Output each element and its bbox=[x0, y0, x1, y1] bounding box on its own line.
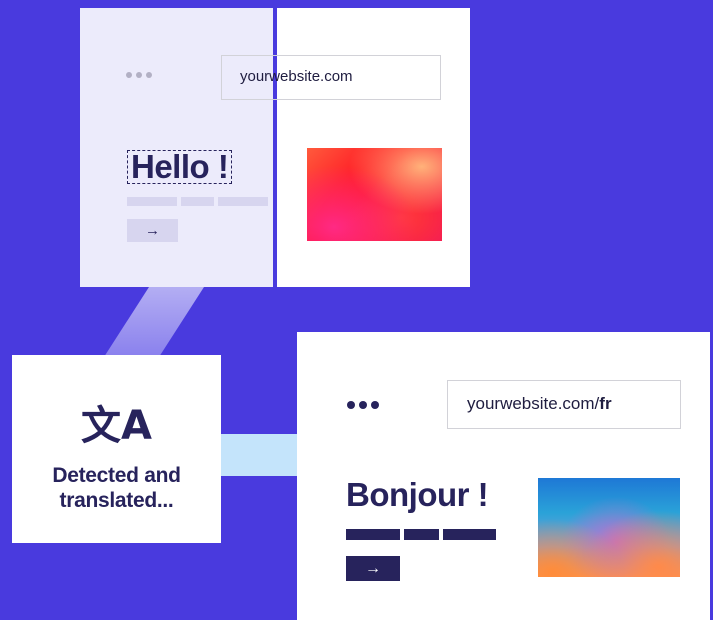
connector-middle bbox=[220, 434, 300, 476]
hero-image-blue bbox=[538, 478, 680, 577]
text-placeholder-bar bbox=[181, 197, 214, 206]
text-placeholder-bar bbox=[218, 197, 268, 206]
page-heading-selected: Hello ! bbox=[127, 150, 233, 184]
translated-page-card: yourwebsite.com/fr Bonjour ! → bbox=[297, 332, 710, 620]
translate-icon: 文A bbox=[81, 403, 152, 449]
url-bar[interactable]: yourwebsite.com/fr bbox=[447, 380, 681, 429]
dot bbox=[371, 401, 379, 409]
original-page-card: yourwebsite.com Hello ! → bbox=[80, 8, 470, 287]
scan-divider bbox=[273, 8, 277, 287]
text-placeholder-bar bbox=[346, 529, 400, 540]
text-placeholder-bar bbox=[127, 197, 177, 206]
arrow-button[interactable]: → bbox=[346, 556, 400, 581]
dot bbox=[126, 72, 132, 78]
text-placeholder-bar bbox=[404, 529, 439, 540]
badge-caption-line1: Detected and bbox=[52, 464, 181, 487]
dot bbox=[347, 401, 355, 409]
url-base: yourwebsite.com/ bbox=[467, 394, 600, 413]
text-placeholder-bar bbox=[443, 529, 496, 540]
translation-badge: 文A Detected and translated... bbox=[12, 355, 221, 543]
badge-caption: Detected and translated... bbox=[12, 463, 221, 513]
hero-image-red bbox=[307, 148, 442, 241]
badge-caption-line2: translated... bbox=[59, 489, 174, 512]
url-language-suffix: fr bbox=[599, 394, 612, 413]
dot bbox=[136, 72, 142, 78]
page-heading: Bonjour ! bbox=[346, 476, 489, 513]
window-dots bbox=[347, 401, 379, 409]
dot bbox=[359, 401, 367, 409]
window-dots bbox=[126, 72, 152, 78]
arrow-button[interactable]: → bbox=[127, 219, 178, 242]
connector-top bbox=[104, 287, 204, 357]
url-bar[interactable]: yourwebsite.com bbox=[221, 55, 441, 100]
dot bbox=[146, 72, 152, 78]
